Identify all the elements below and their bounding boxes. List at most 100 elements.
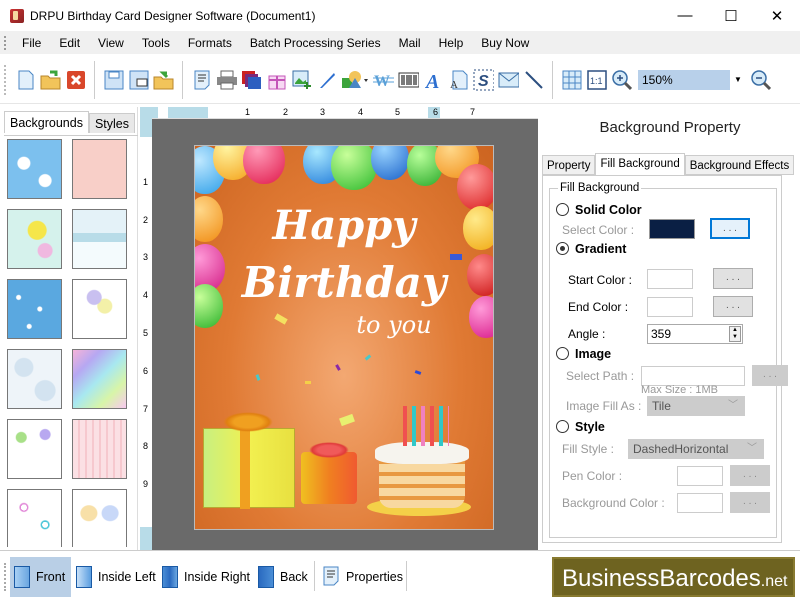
image-option[interactable]: Image [556,347,611,361]
open-folder-icon[interactable] [40,69,61,90]
maximize-button[interactable]: ☐ [708,0,754,31]
save-icon[interactable] [103,69,124,90]
solid-color-browse-button[interactable]: . . . [710,218,750,239]
minimize-button[interactable]: — [662,0,708,31]
layers-icon[interactable] [241,69,262,90]
card-text-to-you[interactable]: to you [245,311,493,339]
text-icon[interactable]: A [423,69,444,90]
properties-label: Properties [346,570,403,584]
word-art-icon[interactable]: W [373,69,394,90]
zoom-in-icon[interactable] [611,69,632,90]
zoom-level-combo[interactable]: 150% [638,69,730,90]
card-text-happy[interactable]: Happy [195,202,493,249]
style-option[interactable]: Style [556,420,605,434]
thumb-daisies[interactable] [7,209,62,269]
pen-icon[interactable] [316,69,337,90]
menu-file[interactable]: File [13,36,50,50]
thumb-colorful-hearts[interactable] [7,489,62,547]
end-color-swatch[interactable] [647,297,693,317]
line-icon[interactable] [523,69,544,90]
page-front-label: Front [36,570,66,584]
properties-icon[interactable] [191,69,212,90]
new-document-icon[interactable] [15,69,36,90]
solid-color-option[interactable]: Solid Color [556,203,642,217]
insert-image-icon[interactable] [291,69,312,90]
image-path-input[interactable] [641,366,745,386]
end-color-browse-button[interactable]: . . . [713,296,753,317]
confetti [305,381,311,384]
tab-background-effects[interactable]: Background Effects [684,155,795,175]
gift-box-icon[interactable] [266,69,287,90]
actual-size-icon[interactable]: 1:1 [586,69,607,90]
grid-icon[interactable] [561,69,582,90]
menu-edit[interactable]: Edit [50,36,89,50]
menu-help[interactable]: Help [430,36,473,50]
signature-icon[interactable]: S [473,69,494,90]
save-as-icon[interactable] [128,69,149,90]
fill-style-select[interactable]: DashedHorizontal ﹀ [628,439,764,459]
tab-backgrounds[interactable]: Backgrounds [4,111,89,133]
background-color-swatch[interactable] [677,493,723,513]
angle-spinner[interactable]: ▲ ▼ [729,326,741,342]
zoom-dropdown-icon[interactable]: ▼ [734,75,742,84]
brand-watermark: BusinessBarcodes.net [552,557,795,597]
menu-formats[interactable]: Formats [179,36,241,50]
pen-color-browse-button[interactable]: . . . [730,465,770,486]
close-document-icon[interactable] [65,69,86,90]
thumb-balloons[interactable] [72,279,127,339]
image-browse-button[interactable]: . . . [752,365,788,386]
zoom-out-icon[interactable] [750,69,771,90]
thumb-rainbow-swirl[interactable] [72,349,127,409]
angle-input[interactable]: 359 ▲ ▼ [647,324,743,344]
style-radio[interactable] [556,420,569,433]
thumb-happy-birthday[interactable] [7,419,62,479]
solid-color-label: Solid Color [575,203,642,217]
tab-property[interactable]: Property [542,155,596,175]
gradient-option[interactable]: Gradient [556,242,626,256]
close-window-button[interactable]: ✕ [754,0,800,31]
start-color-swatch[interactable] [647,269,693,289]
gradient-radio[interactable] [556,242,569,255]
ruler-v-6: 6 [143,366,149,376]
shapes-icon[interactable] [341,69,369,90]
thumb-blue-stars[interactable] [7,279,62,339]
thumb-bubbles[interactable] [7,349,62,409]
card-text-birthday[interactable]: Birthday [195,258,493,307]
text-box-icon[interactable]: A [448,69,469,90]
start-color-browse-button[interactable]: . . . [713,268,753,289]
image-radio[interactable] [556,347,569,360]
birthday-card-front[interactable]: Happy Birthday to you [194,145,494,530]
properties-button[interactable]: Properties [318,557,407,597]
thumb-sky-clouds[interactable] [7,139,62,199]
tab-fill-background[interactable]: Fill Background [595,153,685,175]
page-back-button[interactable]: Back [254,557,312,597]
print-icon[interactable] [216,69,237,90]
mail-icon[interactable] [498,69,519,90]
thumb-balloon-bunches[interactable] [72,489,127,547]
export-folder-icon[interactable] [153,69,174,90]
solid-color-swatch[interactable] [649,219,695,239]
page-front-button[interactable]: Front [10,557,71,597]
pen-color-swatch[interactable] [677,466,723,486]
menu-batch-processing-series[interactable]: Batch Processing Series [241,36,390,50]
menu-tools[interactable]: Tools [133,36,179,50]
page-inside-right-button[interactable]: Inside Right [158,557,254,597]
confetti [364,354,372,361]
thumb-pastel-scene[interactable] [72,209,127,269]
tab-styles[interactable]: Styles [88,113,136,133]
menu-view[interactable]: View [89,36,133,50]
thumb-hearts-stripes[interactable] [72,419,127,479]
barcode-icon[interactable] [398,69,419,90]
gift-box-small [301,452,357,504]
vertical-ruler: 1 2 3 4 5 6 7 8 9 [140,107,152,550]
background-color-browse-button[interactable]: . . . [730,492,770,513]
menu-buy-now[interactable]: Buy Now [472,36,538,50]
thumb-pink-hearts[interactable] [72,139,127,199]
image-fill-as-select[interactable]: Tile ﹀ [647,396,745,416]
menu-mail[interactable]: Mail [390,36,430,50]
page-inside-left-button[interactable]: Inside Left [72,557,160,597]
toolbar-separator [182,60,183,99]
close-icon: ✕ [770,7,784,25]
ruler-h-2: 2 [283,107,289,117]
solid-color-radio[interactable] [556,203,569,216]
